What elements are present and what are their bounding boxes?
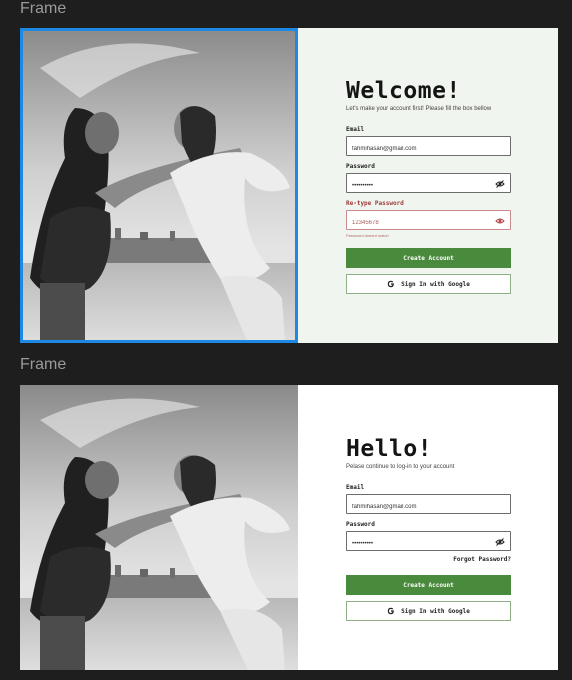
page-subtitle: Pelase continue to log-in to your accoun…	[346, 464, 455, 470]
email-field-wrapper	[346, 494, 511, 516]
page-subtitle: Let's make your account first! Please fi…	[346, 106, 492, 112]
eye-slash-icon[interactable]	[495, 537, 505, 547]
google-g-icon	[387, 607, 395, 615]
password-field[interactable]	[347, 535, 510, 553]
login-frame[interactable]: Hello! Pelase continue to log-in to your…	[20, 385, 558, 670]
password-field[interactable]	[347, 177, 510, 195]
google-sign-in-button[interactable]: Sign In with Google	[346, 601, 511, 621]
retype-password-label: Re-type Password	[346, 200, 404, 207]
password-mismatch-hint: Password doesnt match	[346, 233, 389, 238]
page-title: Hello!	[346, 436, 433, 462]
email-label: Email	[346, 126, 365, 133]
google-g-icon	[387, 280, 395, 288]
email-field[interactable]	[347, 498, 510, 516]
email-field[interactable]	[347, 140, 510, 158]
password-field-wrapper	[346, 531, 511, 553]
email-label: Email	[346, 484, 365, 491]
signup-panel: Welcome! Let's make your account first! …	[298, 28, 558, 343]
google-sign-in-button[interactable]: Sign In with Google	[346, 274, 511, 294]
email-field-wrapper	[346, 136, 511, 158]
retype-password-field[interactable]	[347, 214, 510, 232]
hero-photo	[20, 385, 298, 670]
create-account-button[interactable]: Create Account	[346, 248, 511, 268]
eye-slash-icon[interactable]	[495, 179, 505, 189]
forgot-password-link[interactable]: Forgot Password?	[346, 556, 511, 563]
frame-label: Frame	[20, 356, 67, 373]
hero-photo	[20, 28, 298, 343]
google-button-label: Sign In with Google	[401, 280, 470, 288]
hero-photo-image	[20, 28, 298, 343]
password-label: Password	[346, 521, 375, 528]
page-title: Welcome!	[346, 78, 461, 104]
password-field-wrapper	[346, 173, 511, 195]
password-label: Password	[346, 163, 375, 170]
create-account-button[interactable]: Create Account	[346, 575, 511, 595]
retype-password-field-wrapper	[346, 210, 511, 232]
google-button-label: Sign In with Google	[401, 607, 470, 615]
frame-label: Frame	[20, 0, 67, 17]
hero-photo-image	[20, 385, 298, 670]
signup-frame[interactable]: Welcome! Let's make your account first! …	[20, 28, 558, 343]
eye-icon[interactable]	[495, 216, 505, 226]
login-panel: Hello! Pelase continue to log-in to your…	[298, 385, 558, 670]
